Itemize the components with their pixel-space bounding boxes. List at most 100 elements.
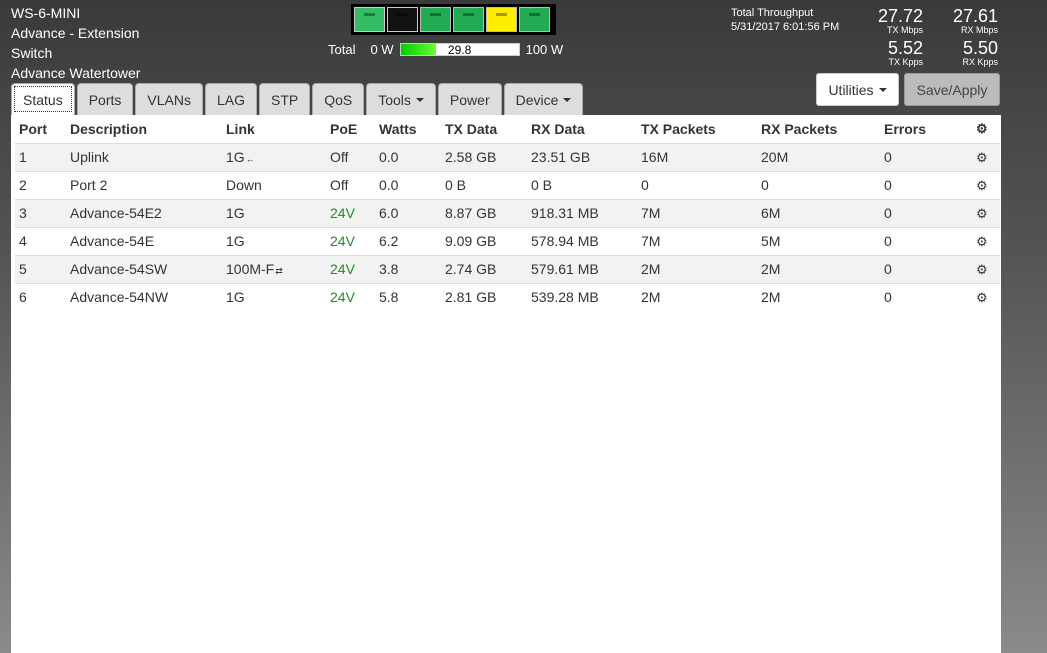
port-indicator-2[interactable] [387, 7, 418, 32]
utilities-button[interactable]: Utilities [816, 73, 899, 106]
cell-text: 1G [226, 233, 245, 249]
cell-text: 2.81 GB [445, 289, 497, 306]
power-min: 0 W [370, 42, 394, 57]
cell-text: 6.0 [379, 205, 399, 221]
column-header[interactable]: Description [66, 115, 222, 143]
cell-text: 24V [330, 289, 355, 306]
tab-status[interactable]: Status [11, 83, 75, 115]
cell-watts: 5.8 [375, 282, 441, 311]
cell-watts: 0.0 [375, 170, 441, 199]
cell-text: 0 [884, 233, 892, 249]
cell-errors: 0 [880, 142, 972, 171]
column-settings-gear-icon[interactable]: ⚙ [972, 115, 1000, 143]
save-apply-button[interactable]: Save/Apply [904, 73, 1000, 106]
cell-description: Uplink [66, 142, 222, 171]
tx-kpps-label: TX Kpps [888, 57, 923, 67]
tx-mbps-label: TX Mbps [886, 25, 923, 35]
tab-device[interactable]: Device [503, 83, 584, 115]
cell-description: Port 2 [66, 170, 222, 199]
port-indicator-5[interactable] [486, 7, 517, 32]
cell-text: 5M [761, 233, 781, 249]
cell-errors: 0 [880, 170, 972, 199]
device-info: WS-6-MINI Advance - Extension Switch Adv… [11, 3, 140, 83]
cell-text: 8.87 GB [445, 205, 497, 221]
utilities-button-label: Utilities [828, 81, 874, 98]
cell-text: 5.8 [379, 289, 399, 306]
cell-text: 0 [884, 261, 892, 277]
column-header[interactable]: Errors [880, 115, 972, 143]
tab-ports[interactable]: Ports [76, 83, 134, 115]
cell-link: Down [222, 170, 326, 199]
cell-text: 1G [226, 149, 245, 165]
table-row[interactable]: 2 Port 2 Down Off 0.0 0 B 0 B 0 0 0 ⚙ [15, 170, 1000, 199]
table-row[interactable]: 6 Advance-54NW 1G 24V 5.8 2.81 GB 539.28 MB 2M 2… [15, 282, 1000, 311]
tab-label: Power [449, 91, 490, 108]
cell-text: 0 [641, 177, 649, 193]
port-indicator-4[interactable] [453, 7, 484, 32]
port-indicator-1[interactable] [354, 7, 385, 32]
tab-qos[interactable]: QoS [312, 83, 365, 115]
tab-label: QoS [324, 91, 353, 108]
cell-poe: 24V [326, 226, 375, 255]
port-indicator-3[interactable] [420, 7, 451, 32]
cell-text: 4 [19, 233, 27, 249]
cell-text: Down [226, 177, 262, 193]
tab-stp[interactable]: STP [258, 83, 311, 115]
table-row[interactable]: 3 Advance-54E2 1G 24V 6.0 8.87 GB 918.31 MB 7M 6… [15, 198, 1000, 227]
row-settings-gear-icon[interactable]: ⚙ [972, 170, 1000, 199]
device-name: Advance - Extension [11, 25, 140, 41]
cell-rx-packets: 2M [757, 282, 880, 311]
cell-text: 23.51 GB [531, 149, 591, 165]
column-header[interactable]: Watts [375, 115, 441, 143]
column-header[interactable]: TX Data [441, 115, 527, 143]
column-header[interactable]: PoE [326, 115, 375, 143]
cell-text: Advance-54E2 [70, 205, 162, 221]
row-settings-gear-icon[interactable]: ⚙ [972, 254, 1000, 283]
cell-text: 7M [641, 205, 661, 221]
chevron-down-icon [878, 87, 887, 92]
port-indicator-6[interactable] [519, 7, 550, 32]
cell-rx-data: 539.28 MB [527, 282, 637, 311]
cell-text: 0 [884, 205, 892, 221]
cell-port: 6 [15, 282, 66, 311]
row-settings-gear-icon[interactable]: ⚙ [972, 282, 1000, 311]
column-header[interactable]: RX Packets [757, 115, 880, 143]
tab-tools[interactable]: Tools [366, 83, 436, 115]
cell-text: 2 [19, 177, 27, 193]
row-settings-gear-icon[interactable]: ⚙ [972, 226, 1000, 255]
chevron-down-icon [563, 97, 572, 102]
cell-text: 0 [884, 149, 892, 165]
cell-text: 6.2 [379, 233, 399, 249]
table-row[interactable]: 4 Advance-54E 1G 24V 6.2 9.09 GB 578.94 MB 7M 5M… [15, 226, 1000, 255]
power-value: 29.8 [447, 43, 472, 57]
row-settings-gear-icon[interactable]: ⚙ [972, 198, 1000, 227]
tab-power[interactable]: Power [437, 83, 502, 115]
table-row[interactable]: 5 Advance-54SW 100M-F⇄ 24V 3.8 2.74 GB 579.61 … [15, 254, 1000, 283]
cell-rx-packets: 20M [757, 142, 880, 171]
cell-poe: Off [326, 142, 375, 171]
cell-text: 16M [641, 149, 669, 165]
column-header[interactable]: Port [15, 115, 66, 143]
cell-rx-data: 578.94 MB [527, 226, 637, 255]
cell-text: 1G [226, 205, 245, 221]
row-settings-gear-icon[interactable]: ⚙ [972, 142, 1000, 171]
column-header[interactable]: TX Packets [637, 115, 757, 143]
cell-tx-data: 8.87 GB [441, 198, 527, 227]
cell-text: 1G [226, 289, 245, 306]
tab-lag[interactable]: LAG [204, 83, 257, 115]
cell-errors: 0 [880, 226, 972, 255]
table-row[interactable]: 1 Uplink 1G← Off 0.0 2.58 GB 23.51 GB 16M 20M 0 ⚙ [15, 142, 1000, 171]
cell-tx-packets: 16M [637, 142, 757, 171]
cell-watts: 0.0 [375, 142, 441, 171]
chevron-down-icon [415, 97, 424, 102]
tab-vlans[interactable]: VLANs [135, 83, 203, 115]
cell-link: 100M-F⇄ [222, 254, 326, 283]
tab-label: Status [23, 91, 63, 108]
column-header[interactable]: Link [222, 115, 326, 143]
cell-link: 1G [222, 226, 326, 255]
cell-rx-data: 918.31 MB [527, 198, 637, 227]
table-body: 1 Uplink 1G← Off 0.0 2.58 GB 23.51 GB 16M 20M 0 ⚙ 2… [15, 142, 1000, 311]
column-header[interactable]: RX Data [527, 115, 637, 143]
cell-tx-data: 9.09 GB [441, 226, 527, 255]
rx-kpps-value: 5.50 [962, 38, 998, 58]
